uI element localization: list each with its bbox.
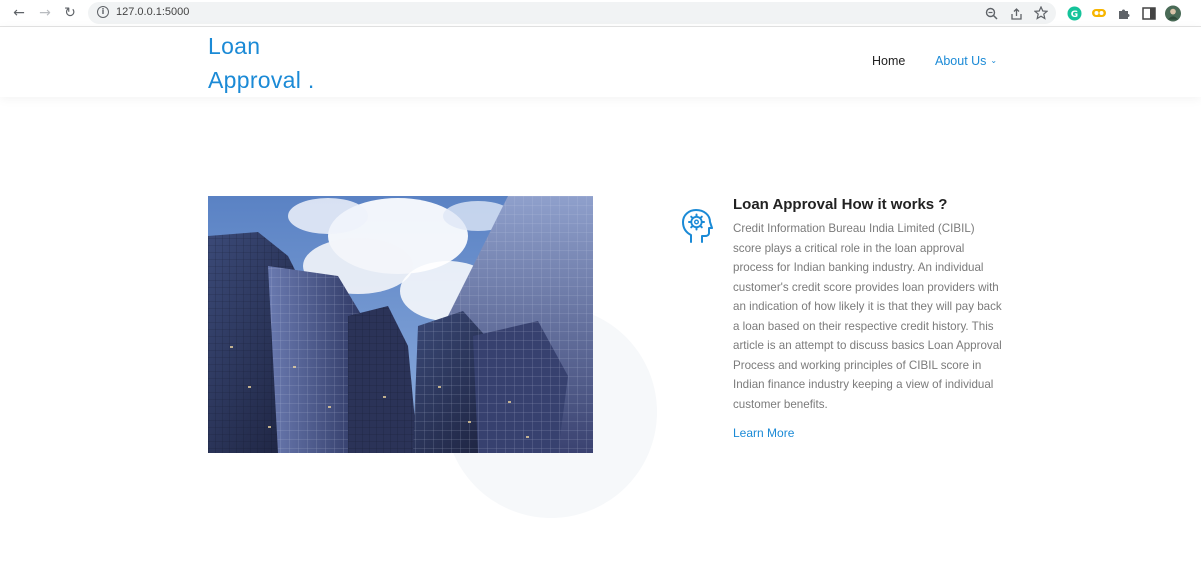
side-panel-icon[interactable] (1141, 5, 1157, 21)
reload-icon: ↻ (64, 5, 76, 21)
address-bar[interactable]: i 127.0.0.1:5000 (88, 2, 1056, 24)
extension-infinity-icon[interactable] (1091, 5, 1107, 21)
chevron-down-icon: ⌄ (990, 56, 998, 65)
svg-text:G: G (1070, 9, 1077, 19)
logo-line-2: Approval . (208, 67, 315, 93)
nav-home-link[interactable]: Home (872, 54, 905, 68)
nav-home-label: Home (872, 54, 906, 68)
arrow-right-icon: → (39, 5, 51, 21)
site-logo[interactable]: Loan Approval . (208, 29, 368, 97)
nav-about-label: About Us (935, 54, 987, 68)
bookmark-star-icon[interactable] (1033, 5, 1049, 21)
feature-title: Loan Approval How it works ? (733, 196, 948, 213)
logo-line-1: Loan (208, 33, 261, 59)
zoom-icon[interactable] (983, 5, 999, 21)
browser-toolbar: ← → ↻ i 127.0.0.1:5000 G (0, 0, 1201, 27)
site-header: Loan Approval . Home About Us ⌄ (0, 27, 1201, 97)
info-icon[interactable]: i (97, 6, 109, 18)
skyscrapers-image (208, 196, 593, 453)
profile-avatar[interactable] (1165, 5, 1181, 21)
arrow-left-icon: ← (13, 5, 25, 21)
share-icon[interactable] (1008, 5, 1024, 21)
back-button[interactable]: ← (10, 4, 28, 22)
forward-button[interactable]: → (36, 4, 54, 22)
url-text[interactable]: 127.0.0.1:5000 (116, 6, 189, 18)
feature-description: Credit Information Bureau India Limited … (733, 222, 1002, 411)
learn-more-link[interactable]: Learn More (733, 426, 794, 440)
head-gear-icon (681, 208, 713, 244)
reload-button[interactable]: ↻ (61, 4, 79, 22)
nav-about-dropdown[interactable]: About Us ⌄ (935, 54, 997, 68)
extensions-puzzle-icon[interactable] (1116, 5, 1132, 21)
grammarly-extension-icon[interactable]: G (1066, 5, 1082, 21)
